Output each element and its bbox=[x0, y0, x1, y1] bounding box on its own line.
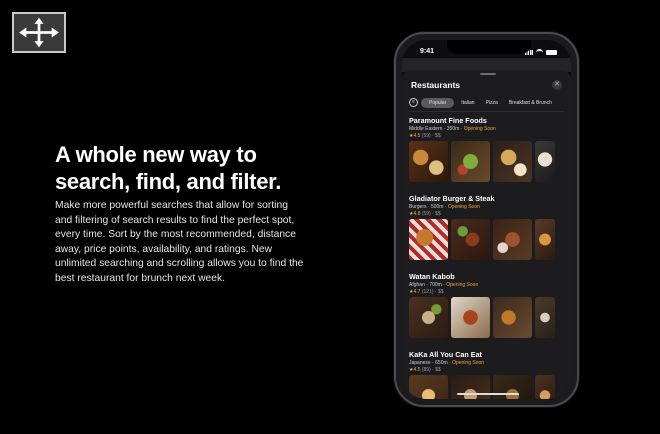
status-label: Opening Soon bbox=[452, 360, 485, 366]
sheet-title: Restaurants bbox=[411, 80, 461, 90]
restaurants-sheet: Restaurants ✕ ≡ Popular Italian Pizza Br… bbox=[402, 70, 571, 399]
phone-mockup: 9:41 Restaurants ✕ ≡ Popular Italian Piz… bbox=[394, 32, 579, 407]
body-text: Make more powerful searches that allow f… bbox=[55, 200, 304, 284]
headline-line-2: search, find, and filter. bbox=[55, 169, 282, 194]
battery-icon bbox=[546, 50, 557, 55]
restaurant-list: Paramount Fine Foods Middle Eastern · 35… bbox=[409, 114, 571, 399]
restaurant-name: Watan Kabob bbox=[409, 272, 455, 281]
list-item[interactable]: Watan Kabob Afghan · 700m · Opening Soon… bbox=[409, 270, 571, 348]
restaurant-meta: Burgers · 500m · Opening Soon bbox=[409, 204, 480, 210]
expand-arrows-icon bbox=[19, 17, 59, 48]
phone-screen: 9:41 Restaurants ✕ ≡ Popular Italian Piz… bbox=[402, 40, 571, 399]
restaurant-name: Gladiator Burger & Steak bbox=[409, 194, 495, 203]
restaurant-meta: Afghan · 700m · Opening Soon bbox=[409, 282, 479, 288]
filter-chip-italian[interactable]: Italian bbox=[457, 98, 478, 108]
status-label: Opening Soon bbox=[447, 204, 480, 210]
headline: A whole new way to search, find, and fil… bbox=[55, 141, 355, 195]
food-photo[interactable] bbox=[451, 297, 490, 338]
status-time: 9:41 bbox=[420, 48, 435, 55]
phone-notch bbox=[447, 40, 531, 54]
restaurant-meta: Middle Eastern · 350m · Opening Soon bbox=[409, 126, 496, 132]
restaurant-rating: ★4.5 (59) · $$ bbox=[409, 133, 441, 139]
headline-line-1: A whole new way to bbox=[55, 142, 257, 167]
food-photo[interactable] bbox=[493, 219, 532, 260]
sheet-grabber[interactable] bbox=[480, 73, 496, 75]
filter-icon[interactable]: ≡ bbox=[409, 98, 418, 107]
food-photo[interactable] bbox=[409, 297, 448, 338]
expand-button[interactable] bbox=[12, 12, 66, 53]
list-item[interactable]: Gladiator Burger & Steak Burgers · 500m … bbox=[409, 192, 571, 270]
food-photo[interactable] bbox=[451, 219, 490, 260]
restaurant-meta: Japanese · 650m · Opening Soon bbox=[409, 360, 485, 366]
food-photo[interactable] bbox=[451, 141, 490, 182]
home-indicator[interactable] bbox=[457, 393, 519, 395]
food-photo[interactable] bbox=[493, 375, 532, 399]
photo-strip bbox=[409, 375, 555, 399]
wifi-icon bbox=[536, 49, 543, 56]
filter-bar: ≡ Popular Italian Pizza Breakfast & Brun… bbox=[409, 97, 571, 108]
photo-strip bbox=[409, 219, 555, 260]
status-label: Opening Soon bbox=[446, 282, 479, 288]
divider bbox=[409, 111, 564, 112]
close-icon: ✕ bbox=[554, 81, 560, 88]
food-photo[interactable] bbox=[409, 141, 448, 182]
food-photo[interactable] bbox=[535, 141, 555, 182]
close-button[interactable]: ✕ bbox=[552, 80, 562, 90]
photo-strip bbox=[409, 297, 555, 338]
food-photo[interactable] bbox=[493, 141, 532, 182]
food-photo[interactable] bbox=[409, 219, 448, 260]
food-photo[interactable] bbox=[535, 375, 555, 399]
list-item[interactable]: KaKa All You Can Eat Japanese · 650m · O… bbox=[409, 348, 571, 399]
filter-chip-breakfast-brunch[interactable]: Breakfast & Brunch bbox=[505, 98, 556, 108]
restaurant-name: KaKa All You Can Eat bbox=[409, 350, 482, 359]
photo-strip bbox=[409, 141, 555, 182]
filter-chip-pizza[interactable]: Pizza bbox=[482, 98, 502, 108]
food-photo[interactable] bbox=[535, 297, 555, 338]
food-photo[interactable] bbox=[451, 375, 490, 399]
food-photo[interactable] bbox=[409, 375, 448, 399]
food-photo[interactable] bbox=[493, 297, 532, 338]
filter-chip-popular[interactable]: Popular bbox=[421, 97, 455, 108]
food-photo[interactable] bbox=[535, 219, 555, 260]
restaurant-rating: ★4.7 (121) · $$ bbox=[409, 289, 444, 295]
list-item[interactable]: Paramount Fine Foods Middle Eastern · 35… bbox=[409, 114, 571, 192]
status-label: Opening Soon bbox=[463, 126, 496, 132]
restaurant-name: Paramount Fine Foods bbox=[409, 116, 487, 125]
restaurant-rating: ★4.8 (59) · $$ bbox=[409, 211, 441, 217]
restaurant-rating: ★4.5 (89) · $$ bbox=[409, 367, 441, 373]
